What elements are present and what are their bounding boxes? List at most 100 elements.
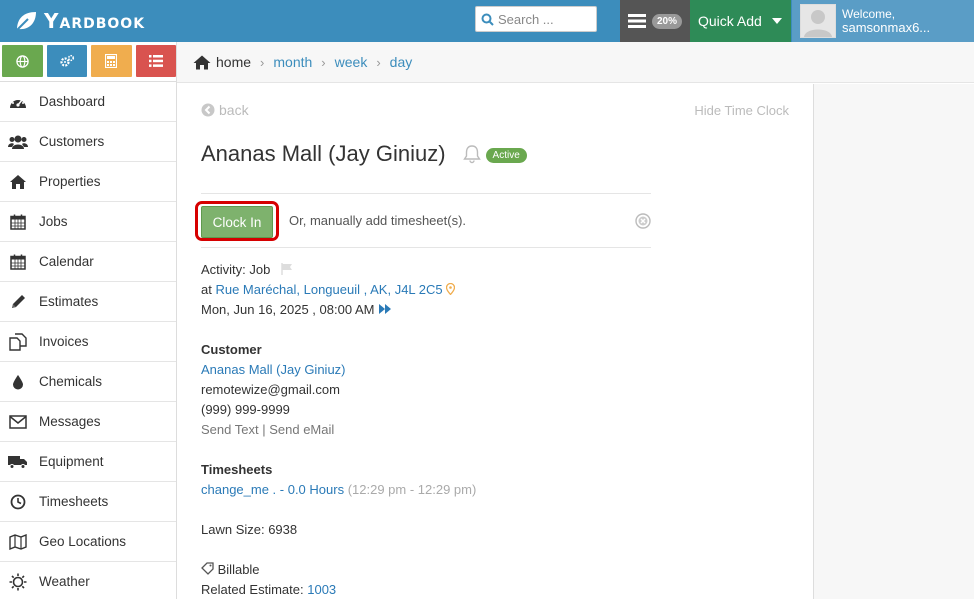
progress-badge: 20% xyxy=(651,13,682,29)
breadcrumb-week[interactable]: week xyxy=(335,54,368,70)
username: samsonmax6... xyxy=(842,20,931,35)
sidebar-item-customers[interactable]: Customers xyxy=(0,122,176,162)
calculator-shortcut-button[interactable] xyxy=(91,45,132,77)
send-email-link[interactable]: Send eMail xyxy=(269,422,334,437)
sidebar-item-label: Customers xyxy=(39,134,105,149)
home-icon xyxy=(193,55,211,69)
sidebar-item-invoices[interactable]: Invoices xyxy=(0,322,176,362)
back-label: back xyxy=(219,102,249,118)
sidebar-item-label: Jobs xyxy=(39,214,68,229)
quick-add-button[interactable]: Quick Add xyxy=(690,0,791,42)
close-icon[interactable] xyxy=(635,213,651,232)
gears-icon xyxy=(60,54,74,67)
sidebar-item-label: Geo Locations xyxy=(39,534,127,549)
sidebar: Dashboard Customers Properties Jobs Cale… xyxy=(0,42,177,599)
sidebar-item-weather[interactable]: Weather xyxy=(0,562,176,599)
manual-timesheet-link[interactable]: Or, manually add timesheet(s). xyxy=(289,213,466,228)
tag-icon xyxy=(201,562,214,575)
breadcrumb-day[interactable]: day xyxy=(390,54,413,70)
breadcrumb-home[interactable]: home xyxy=(193,54,251,70)
sidebar-item-equipment[interactable]: Equipment xyxy=(0,442,176,482)
sidebar-item-jobs[interactable]: Jobs xyxy=(0,202,176,242)
sidebar-item-messages[interactable]: Messages xyxy=(0,402,176,442)
timesheet-time: (12:29 pm - 12:29 pm) xyxy=(347,482,477,497)
avatar xyxy=(800,4,836,38)
billable-label: Billable xyxy=(217,562,260,577)
flag-icon[interactable] xyxy=(280,263,294,275)
home-icon xyxy=(8,173,28,191)
clock-icon xyxy=(8,493,28,511)
sidebar-item-label: Timesheets xyxy=(39,494,109,509)
search-input[interactable] xyxy=(498,11,593,27)
top-navbar: Yardbook 20% Quick Add Welcome, samsonma… xyxy=(0,0,974,42)
right-pane xyxy=(814,84,974,599)
bell-icon[interactable] xyxy=(462,144,482,167)
sidebar-item-calendar[interactable]: Calendar xyxy=(0,242,176,282)
sun-icon xyxy=(8,573,28,591)
drop-icon xyxy=(8,373,28,391)
breadcrumb-month[interactable]: month xyxy=(273,54,312,70)
user-menu[interactable]: Welcome, samsonmax6... xyxy=(792,0,974,42)
brand-logo[interactable]: Yardbook xyxy=(14,6,145,36)
sidebar-item-timesheets[interactable]: Timesheets xyxy=(0,482,176,522)
customer-phone: (999) 999-9999 xyxy=(201,402,290,417)
clock-in-button[interactable]: Clock In xyxy=(201,206,273,238)
arrow-circle-left-icon xyxy=(201,103,215,117)
main-content: back Hide Time Clock Ananas Mall (Jay Gi… xyxy=(177,84,814,599)
related-estimate-label: Related Estimate: xyxy=(201,582,304,597)
customer-name-link[interactable]: Ananas Mall (Jay Giniuz) xyxy=(201,362,346,377)
sidebar-item-estimates[interactable]: Estimates xyxy=(0,282,176,322)
timesheet-entry-link[interactable]: change_me . - 0.0 Hours xyxy=(201,482,344,497)
sidebar-item-label: Chemicals xyxy=(39,374,103,389)
envelope-icon xyxy=(8,413,28,431)
customer-heading: Customer xyxy=(201,342,262,357)
breadcrumb: home › month › week › day xyxy=(177,42,974,83)
job-datetime: Mon, Jun 16, 2025 , 08:00 AM xyxy=(201,302,375,317)
globe-shortcut-button[interactable] xyxy=(2,45,43,77)
page-title: Ananas Mall (Jay Giniuz) xyxy=(201,140,446,166)
sidebar-item-label: Messages xyxy=(39,414,101,429)
sidebar-item-properties[interactable]: Properties xyxy=(0,162,176,202)
sidebar-item-geo-locations[interactable]: Geo Locations xyxy=(0,522,176,562)
timesheets-heading: Timesheets xyxy=(201,462,273,477)
fast-forward-icon[interactable] xyxy=(378,303,392,315)
lawn-size: Lawn Size: 6938 xyxy=(201,522,298,537)
search-icon xyxy=(476,7,498,31)
sidebar-item-dashboard[interactable]: Dashboard xyxy=(0,82,176,122)
list-shortcut-button[interactable] xyxy=(135,45,176,77)
list-icon xyxy=(148,55,163,67)
caret-down-icon xyxy=(771,18,782,24)
sidebar-item-chemicals[interactable]: Chemicals xyxy=(0,362,176,402)
activity-text: Activity: Job xyxy=(201,262,271,277)
time-clock-row: Clock In Or, manually add timesheet(s). xyxy=(195,193,651,248)
chevron-right-icon: › xyxy=(376,54,381,70)
job-details: Activity: Job at Rue Maréchal, Longueuil… xyxy=(201,260,476,599)
sidebar-item-label: Weather xyxy=(39,574,90,589)
calendar-icon xyxy=(8,253,28,271)
search-box xyxy=(475,6,597,32)
customer-email: remotewize@gmail.com xyxy=(201,382,340,397)
tasks-icon xyxy=(627,14,646,28)
address-link[interactable]: Rue Maréchal, Longueuil , AK, J4L 2C5 xyxy=(215,282,442,297)
breadcrumb-home-label: home xyxy=(216,54,252,70)
globe-icon xyxy=(16,54,29,68)
hide-time-clock-link[interactable]: Hide Time Clock xyxy=(694,103,789,118)
quick-add-label: Quick Add xyxy=(698,13,762,29)
calendar-icon xyxy=(8,213,28,231)
sidebar-item-label: Equipment xyxy=(39,454,104,469)
sidebar-item-label: Calendar xyxy=(39,254,94,269)
back-link[interactable]: back xyxy=(201,102,249,118)
related-estimate-link[interactable]: 1003 xyxy=(307,582,336,597)
send-text-link[interactable]: Send Text xyxy=(201,422,259,437)
chevron-right-icon: › xyxy=(260,54,265,70)
leaf-icon xyxy=(16,12,36,31)
settings-shortcut-button[interactable] xyxy=(46,45,87,77)
calculator-icon xyxy=(105,54,118,68)
brand-name: Yardbook xyxy=(44,9,146,33)
progress-indicator[interactable]: 20% xyxy=(620,0,690,42)
welcome-text: Welcome, xyxy=(842,7,896,21)
sidebar-shortcuts xyxy=(0,42,176,82)
users-icon xyxy=(8,133,28,151)
sidebar-item-label: Estimates xyxy=(39,294,99,309)
map-marker-icon[interactable] xyxy=(446,282,456,296)
